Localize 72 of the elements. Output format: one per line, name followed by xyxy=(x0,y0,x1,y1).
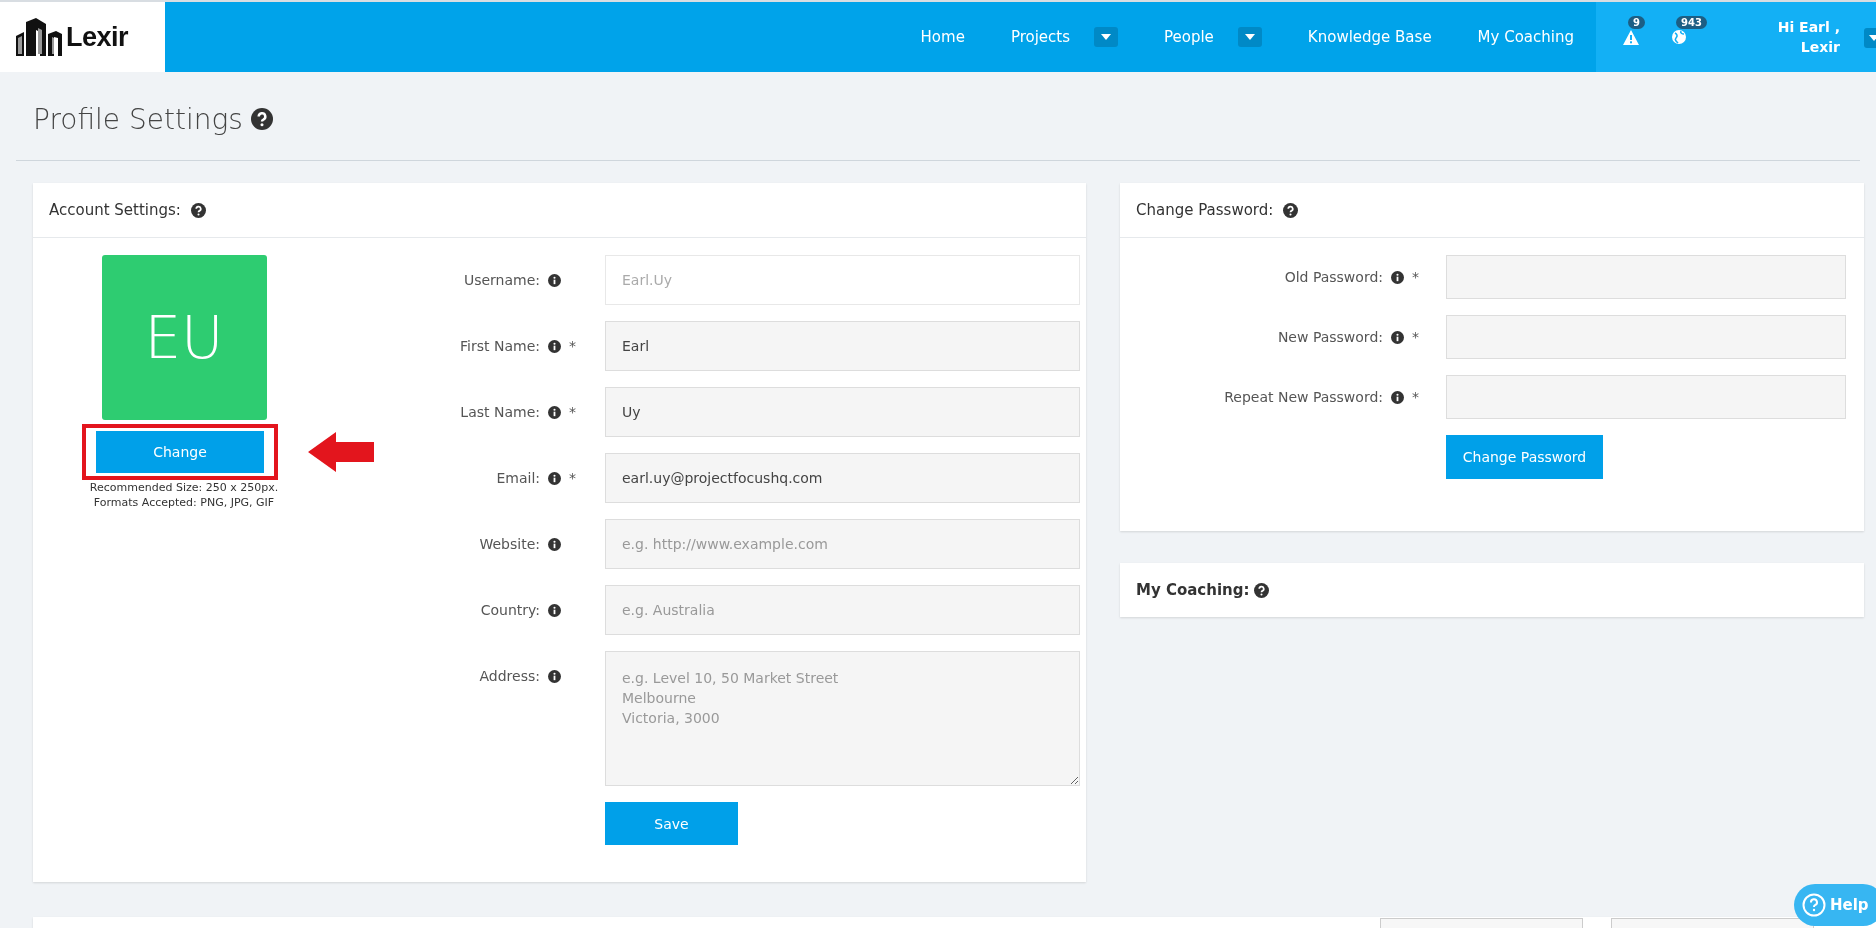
input-field[interactable]: Uy xyxy=(605,387,1080,437)
caret-icon xyxy=(1101,34,1111,40)
info-icon xyxy=(1391,330,1404,344)
info-icon xyxy=(548,273,561,287)
nav-link[interactable]: People xyxy=(1164,28,1214,46)
nav-link[interactable]: Knowledge Base xyxy=(1307,28,1432,46)
input-field[interactable]: earl.uy@projectfocushq.com xyxy=(605,453,1080,503)
card-title: Account Settings: xyxy=(49,201,181,219)
input-field[interactable] xyxy=(1380,918,1583,928)
field-label: Old Password: xyxy=(1284,269,1383,285)
logo-text: Lexir xyxy=(66,21,129,53)
input-field[interactable]: e.g. http://www.example.com xyxy=(605,519,1080,569)
info-icon xyxy=(548,669,561,683)
input-field[interactable]: e.g. Australia xyxy=(605,585,1080,635)
nav-link[interactable]: My Coaching xyxy=(1477,28,1574,46)
change-password-button[interactable]: Change Password xyxy=(1446,435,1603,479)
caret-icon xyxy=(1869,35,1876,41)
warning-icon[interactable] xyxy=(1623,29,1639,45)
password-field[interactable] xyxy=(1446,375,1846,419)
user-greeting[interactable]: Hi Earl , xyxy=(1777,17,1840,37)
hint-text: Recommended Size: 250 x 250px. xyxy=(89,480,279,495)
info-icon xyxy=(548,603,561,617)
dropdown-toggle[interactable] xyxy=(1237,27,1262,47)
input-field[interactable] xyxy=(1611,918,1814,928)
required-mark: * xyxy=(1412,329,1420,345)
user-org[interactable]: Lexir xyxy=(1777,37,1840,57)
required-mark: * xyxy=(569,470,577,486)
help-icon[interactable] xyxy=(250,108,273,130)
help-icon[interactable] xyxy=(1253,582,1269,598)
password-field[interactable] xyxy=(1446,315,1846,359)
info-icon xyxy=(548,339,561,353)
field-label: Username: xyxy=(463,272,540,288)
arrow-icon xyxy=(308,432,374,472)
nav-link[interactable]: Projects xyxy=(1010,28,1070,46)
field-label: Website: xyxy=(479,536,540,552)
caret-icon xyxy=(1244,34,1255,40)
field-label: Email: xyxy=(496,470,540,486)
input-field[interactable]: Earl xyxy=(605,321,1080,371)
change-button[interactable]: Change xyxy=(96,431,264,473)
info-icon xyxy=(1391,390,1404,404)
field-label: New Password: xyxy=(1277,329,1383,345)
help-icon[interactable] xyxy=(1283,202,1299,218)
info-icon xyxy=(1391,270,1404,284)
required-mark: * xyxy=(569,404,577,420)
required-mark: * xyxy=(1412,269,1420,285)
dropdown-toggle[interactable] xyxy=(1094,27,1118,47)
field-label: Country: xyxy=(480,602,540,618)
info-icon xyxy=(548,537,561,551)
password-field[interactable] xyxy=(1446,255,1846,299)
field-label: Repeat New Password: xyxy=(1224,389,1383,405)
field-label: Address: xyxy=(479,668,540,684)
field-label: Last Name: xyxy=(460,404,540,420)
hint-text: Formats Accepted: PNG, JPG, GIF xyxy=(93,495,275,510)
save-button[interactable]: Save xyxy=(605,802,738,845)
help-icon xyxy=(1802,893,1826,917)
count-badge: 9 xyxy=(1628,16,1645,29)
card-title: My Coaching: xyxy=(1136,581,1250,599)
required-mark: * xyxy=(569,338,577,354)
nav-link[interactable]: Home xyxy=(920,28,965,46)
avatar: EU xyxy=(101,255,267,420)
info-icon xyxy=(548,405,561,419)
help-button[interactable]: Help xyxy=(1794,884,1876,926)
globe-icon[interactable] xyxy=(1672,30,1686,44)
count-badge: 943 xyxy=(1676,16,1707,29)
card-title: Change Password: xyxy=(1136,201,1274,219)
field-label: First Name: xyxy=(460,338,540,354)
logo-icon xyxy=(14,18,64,56)
help-icon[interactable] xyxy=(190,202,206,218)
info-icon xyxy=(548,471,561,485)
text-area[interactable]: e.g. Level 10, 50 Market Street Melbourne Victoria, 3000 xyxy=(605,651,1080,786)
page-title: Profile Settings xyxy=(33,102,243,136)
required-mark: * xyxy=(1412,389,1420,405)
